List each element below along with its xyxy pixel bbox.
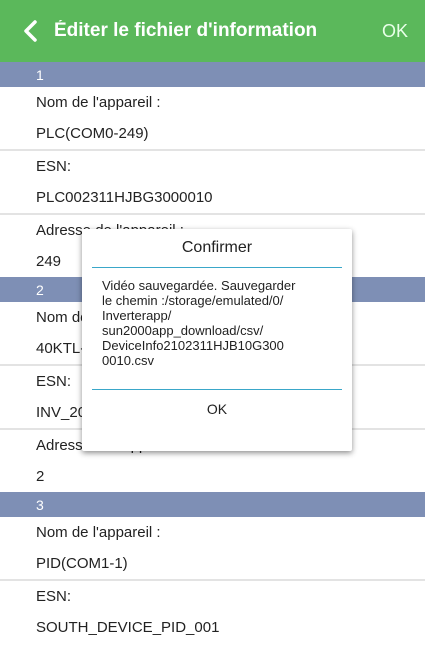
dialog-title: Confirmer: [181, 239, 253, 256]
dialog-message-line: DeviceInfo2102311HJB10G300: [102, 338, 284, 353]
dialog-message-line: Vidéo sauvegardée. Sauvegarder: [102, 278, 296, 293]
confirm-dialog: Confirmer Vidéo sauvegardée. Sauvegarder…: [82, 229, 352, 451]
page-title: Éditer le fichier d'information: [54, 20, 318, 41]
back-button[interactable]: [6, 0, 54, 62]
chevron-left-icon: [24, 20, 37, 42]
dialog-message-line: sun2000app_download/csv/: [102, 323, 264, 338]
top-app-bar: Éditer le fichier d'information OK: [0, 0, 425, 62]
dialog-message-line: Inverterapp/: [102, 308, 172, 323]
device-name-label: Nom de l'appareil :: [0, 517, 425, 548]
dialog-message-line: 0010.csv: [102, 353, 155, 368]
device-name-label: Nom de l'appareil :: [0, 87, 425, 118]
esn-value[interactable]: PLC002311HJBG3000010: [0, 182, 425, 215]
device-address-value[interactable]: 2: [0, 461, 425, 492]
ok-button[interactable]: OK: [365, 0, 425, 62]
section-header-1: 1: [0, 62, 425, 87]
dialog-message-line: le chemin :/storage/emulated/0/: [102, 293, 284, 308]
device-name-value[interactable]: PLC(COM0-249): [0, 118, 425, 151]
esn-label: ESN:: [0, 151, 425, 182]
dialog-message: Vidéo sauvegardée. Sauvegarder le chemin…: [82, 268, 352, 389]
dialog-ok-button[interactable]: OK: [82, 390, 352, 428]
esn-value[interactable]: SOUTH_DEVICE_PID_001: [0, 612, 425, 643]
esn-label: ESN:: [0, 581, 425, 612]
section-header-3: 3: [0, 492, 425, 517]
device-name-value[interactable]: PID(COM1-1): [0, 548, 425, 581]
